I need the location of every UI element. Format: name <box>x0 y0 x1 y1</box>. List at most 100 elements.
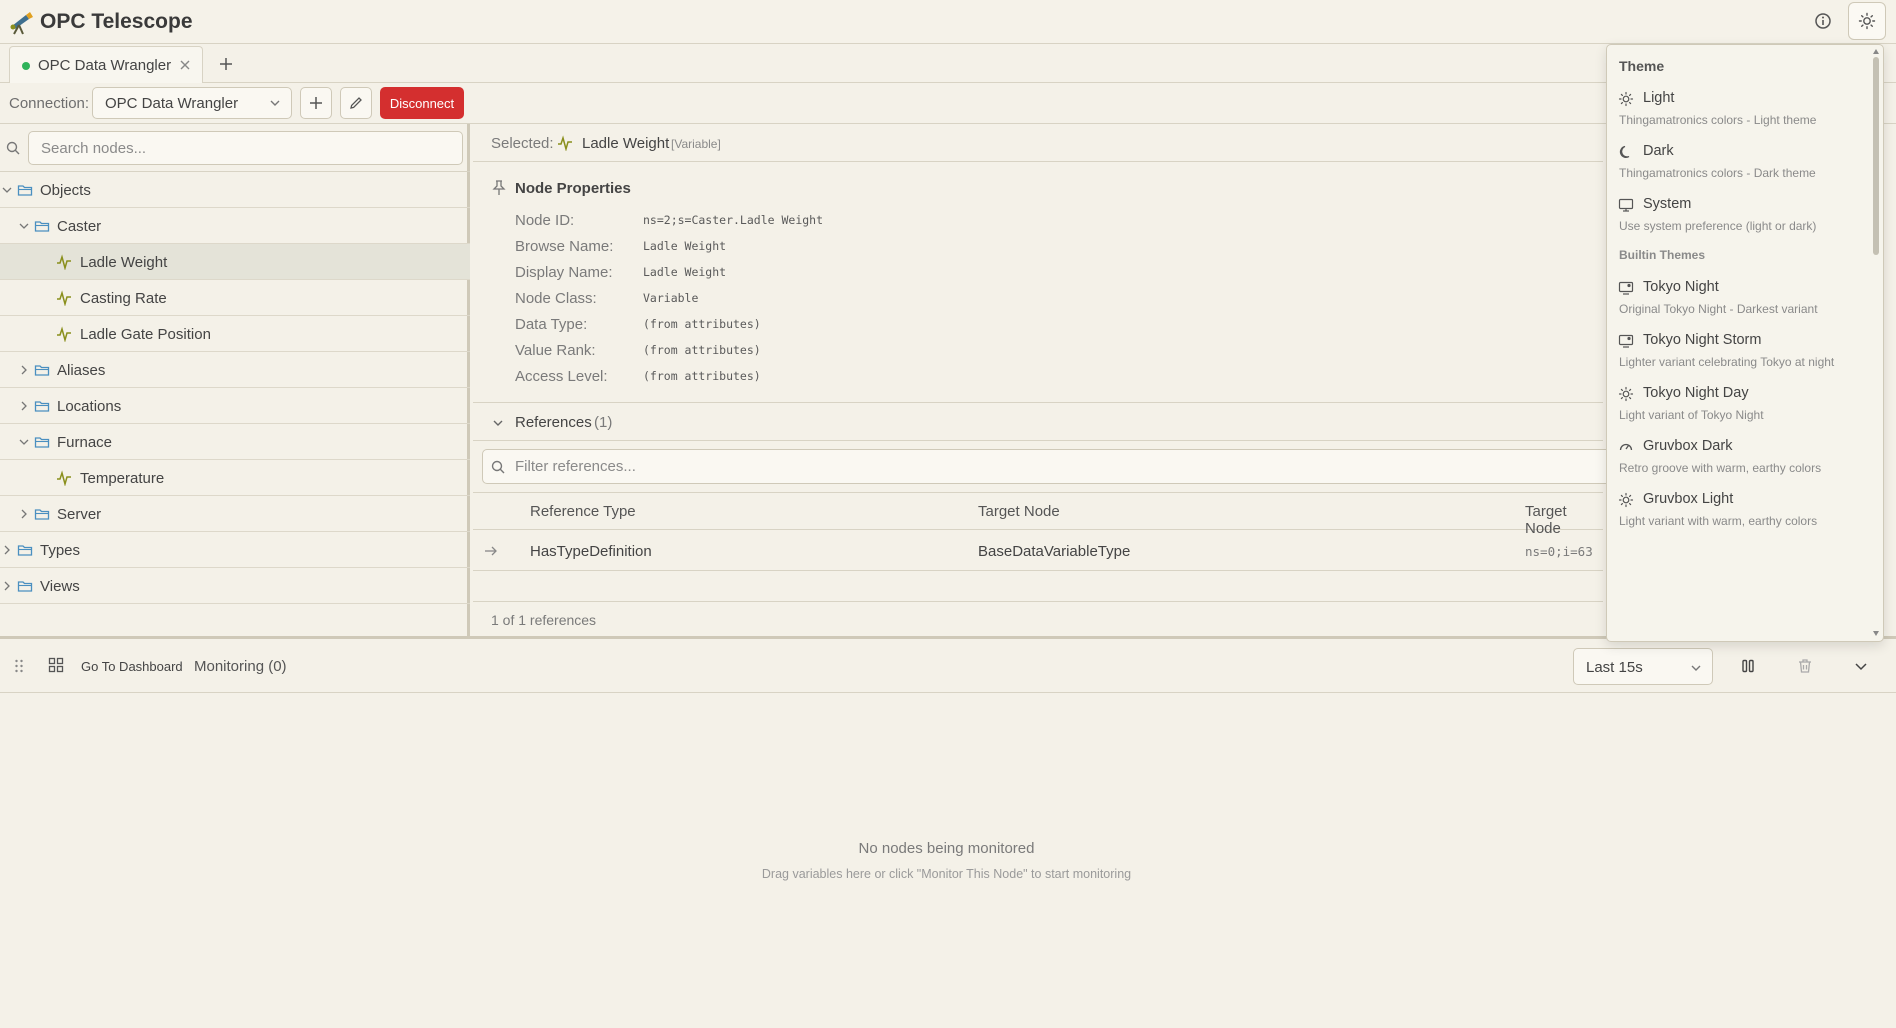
chevron-right-icon[interactable] <box>1 580 13 592</box>
theme-option-name: Tokyo Night <box>1643 279 1719 295</box>
theme-menu: Theme Light Thingamatronics colors - Ligh… <box>1606 44 1884 642</box>
theme-toggle-button[interactable] <box>1848 2 1886 40</box>
tree-item[interactable]: Views <box>0 568 470 604</box>
tree-item[interactable]: Caster <box>0 208 470 244</box>
chevron-down-icon <box>1691 665 1701 671</box>
theme-option-description: Thingamatronics colors - Dark theme <box>1619 166 1816 180</box>
clear-button[interactable] <box>1793 654 1817 678</box>
theme-option-name: Gruvbox Dark <box>1643 438 1733 454</box>
tree-item[interactable]: Objects <box>0 172 470 208</box>
theme-option[interactable]: Dark Thingamatronics colors - Dark theme <box>1607 141 1869 197</box>
search-nodes-input[interactable] <box>28 131 463 165</box>
tree-item-label: Furnace <box>57 434 113 451</box>
monitor-moon-icon <box>1618 281 1634 295</box>
sun-icon <box>1618 91 1634 107</box>
tree-item[interactable]: Ladle Gate Position <box>0 316 470 352</box>
chevron-down-icon[interactable] <box>18 436 30 448</box>
property-key: Browse Name: <box>515 238 614 255</box>
close-icon[interactable] <box>176 56 194 74</box>
time-range-select[interactable]: Last 15s <box>1573 648 1713 685</box>
collapse-monitoring-button[interactable] <box>1849 654 1873 678</box>
chevron-right-icon[interactable] <box>18 508 30 520</box>
monitoring-label: Monitoring (0) <box>194 658 287 675</box>
tree-item-label: Server <box>57 506 102 523</box>
chevron-right-icon[interactable] <box>18 364 30 376</box>
tree-item[interactable]: Furnace <box>0 424 470 460</box>
tree-item-label: Types <box>40 542 81 559</box>
folder-icon <box>17 545 33 556</box>
theme-option[interactable]: Tokyo Night Storm Lighter variant celebra… <box>1607 330 1869 386</box>
reference-type-cell: HasTypeDefinition <box>530 543 652 560</box>
tree-item[interactable]: Ladle Weight <box>0 244 470 280</box>
info-button[interactable] <box>1804 2 1842 40</box>
chevron-down-icon[interactable] <box>18 220 30 232</box>
theme-option[interactable]: Tokyo Night Day Light variant of Tokyo Ni… <box>1607 383 1869 439</box>
references-count: (1) <box>594 414 613 431</box>
tree-item[interactable]: Casting Rate <box>0 280 470 316</box>
filter-references-input[interactable]: Filter references... <box>482 449 1682 484</box>
theme-option-description: Light variant of Tokyo Night <box>1619 408 1764 422</box>
property-value: (from attributes) <box>643 343 761 357</box>
theme-option[interactable]: System Use system preference (light or da… <box>1607 194 1869 250</box>
tree-item[interactable]: Temperature <box>0 460 470 496</box>
disconnect-button[interactable]: Disconnect <box>380 87 464 119</box>
references-footer-text: 1 of 1 references <box>491 612 597 628</box>
tree-item-label: Ladle Gate Position <box>80 326 211 343</box>
theme-option-description: Thingamatronics colors - Light theme <box>1619 113 1817 127</box>
add-tab-button[interactable] <box>216 54 236 74</box>
tree-search-row <box>0 124 470 172</box>
property-key: Node Class: <box>515 290 597 307</box>
theme-option-description: Light variant with warm, earthy colors <box>1619 514 1818 528</box>
theme-option[interactable]: Light Thingamatronics colors - Light them… <box>1607 88 1869 144</box>
chevron-down-icon[interactable] <box>1 184 13 196</box>
theme-option-name: System <box>1643 196 1692 212</box>
filter-placeholder: Filter references... <box>515 458 636 475</box>
tree-item[interactable]: Aliases <box>0 352 470 388</box>
time-range-value: Last 15s <box>1586 659 1643 676</box>
scroll-up-icon <box>1873 49 1879 54</box>
sun-icon <box>1618 386 1634 402</box>
property-key: Access Level: <box>515 368 608 385</box>
theme-option[interactable]: Tokyo Night Original Tokyo Night - Darkes… <box>1607 277 1869 333</box>
selected-label: Selected: <box>491 135 554 152</box>
chevron-right-icon[interactable] <box>18 400 30 412</box>
node-details-panel: Selected: Ladle Weight [Variable] Node P… <box>473 124 1682 636</box>
column-target-node[interactable]: Target Node <box>978 503 1060 520</box>
table-row[interactable]: HasTypeDefinition BaseDataVariableType n… <box>473 531 1603 571</box>
gauge-icon <box>1619 443 1633 451</box>
monitor-moon-icon <box>1618 334 1634 348</box>
folder-icon <box>34 221 50 232</box>
references-header[interactable]: References (1) <box>473 404 1603 441</box>
theme-option[interactable]: Gruvbox Dark Retro groove with warm, eart… <box>1607 436 1869 492</box>
tree-item[interactable]: Types <box>0 532 470 568</box>
theme-option[interactable]: Gruvbox Light Light variant with warm, ea… <box>1607 489 1869 545</box>
property-key: Node ID: <box>515 212 575 229</box>
drag-handle-icon[interactable] <box>14 658 24 674</box>
tree-item[interactable]: Locations <box>0 388 470 424</box>
pause-icon <box>1742 659 1754 673</box>
scroll-thumb[interactable] <box>1873 57 1879 255</box>
tree-item-label: Casting Rate <box>80 290 167 307</box>
connection-select[interactable]: OPC Data Wrangler <box>92 87 292 119</box>
moon-icon <box>1619 145 1630 158</box>
tree-item[interactable]: Server <box>0 496 470 532</box>
pin-icon[interactable] <box>492 180 506 196</box>
chevron-right-icon[interactable] <box>1 544 13 556</box>
pause-button[interactable] <box>1736 654 1760 678</box>
edit-connection-button[interactable] <box>340 87 372 119</box>
node-properties-section: Node Properties Node ID: ns=2;s=Caster.La… <box>473 163 1603 403</box>
go-to-dashboard-button[interactable]: Go To Dashboard <box>81 659 183 674</box>
dashboard-icon[interactable] <box>48 657 64 673</box>
tab-opc-data-wrangler[interactable]: OPC Data Wrangler <box>9 46 203 83</box>
tree-item-label: Objects <box>40 182 91 199</box>
tree-item-label: Ladle Weight <box>80 254 168 271</box>
add-connection-button[interactable] <box>300 87 332 119</box>
references-title: References <box>515 414 592 431</box>
plus-icon <box>220 58 232 70</box>
trash-icon <box>1799 659 1811 673</box>
empty-monitoring-title: No nodes being monitored <box>858 840 1035 857</box>
connection-label: Connection: <box>9 95 90 112</box>
column-reference-type[interactable]: Reference Type <box>530 503 636 520</box>
tree-item-label: Locations <box>57 398 122 415</box>
chevron-down-icon <box>1855 663 1867 671</box>
